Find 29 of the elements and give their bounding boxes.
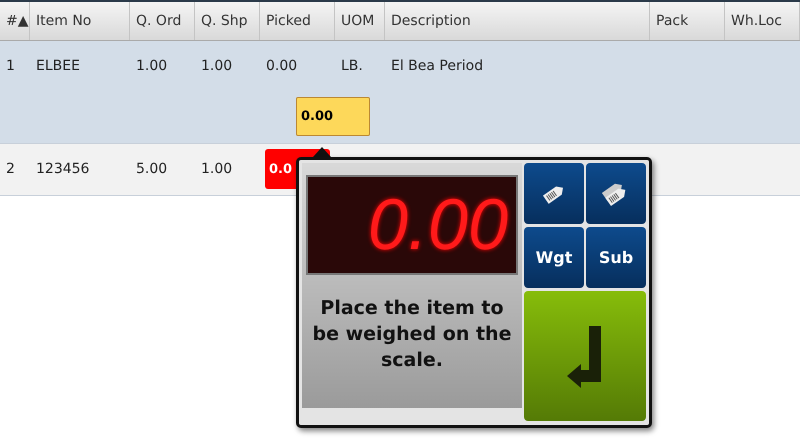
scale-action-button[interactable]: Wgt xyxy=(524,227,584,288)
column-header[interactable]: Q. Ord xyxy=(130,2,195,40)
weight-display: 0.00 xyxy=(306,175,518,275)
column-header[interactable]: UOM xyxy=(335,2,385,40)
column-header[interactable]: Wh.Loc xyxy=(725,2,800,40)
table-cell-text: El Bea Period xyxy=(390,58,484,74)
scale-action-button[interactable]: Sub xyxy=(586,227,646,288)
picked-entry-field[interactable]: 0.00 xyxy=(296,97,370,136)
table-cell-text: 1 xyxy=(5,58,16,74)
table-cell-text: 1.00 xyxy=(135,58,168,74)
table-cell-text: LB. xyxy=(340,58,364,74)
table-row[interactable]: 1 ELBEE 1.00 1.00 0.00 LB. El Bea Period 0.00 xyxy=(0,41,800,144)
table-cell-text: ELBEE xyxy=(35,58,81,74)
table-cell-text: 0.00 xyxy=(265,58,298,74)
column-header[interactable]: Description xyxy=(385,2,650,40)
column-header[interactable]: Pack xyxy=(650,2,725,40)
table-cell-text: 2 xyxy=(5,161,16,177)
column-header[interactable]: Item No xyxy=(30,2,130,40)
instruction-text: Place the item to be weighed on the scale. xyxy=(312,296,512,373)
tag-button[interactable] xyxy=(586,163,646,224)
column-header[interactable]: #▲ xyxy=(0,2,30,40)
column-header[interactable]: Picked xyxy=(260,2,335,40)
table-cell-text: 123456 xyxy=(35,161,90,177)
table-cell-text: 5.00 xyxy=(135,161,168,177)
table-cell-text: 1.00 xyxy=(200,161,234,177)
table-cell-text: 1.00 xyxy=(200,58,234,74)
tag-button[interactable] xyxy=(524,163,584,224)
enter-button[interactable] xyxy=(524,291,646,421)
column-header[interactable]: Q. Shp xyxy=(195,2,260,40)
